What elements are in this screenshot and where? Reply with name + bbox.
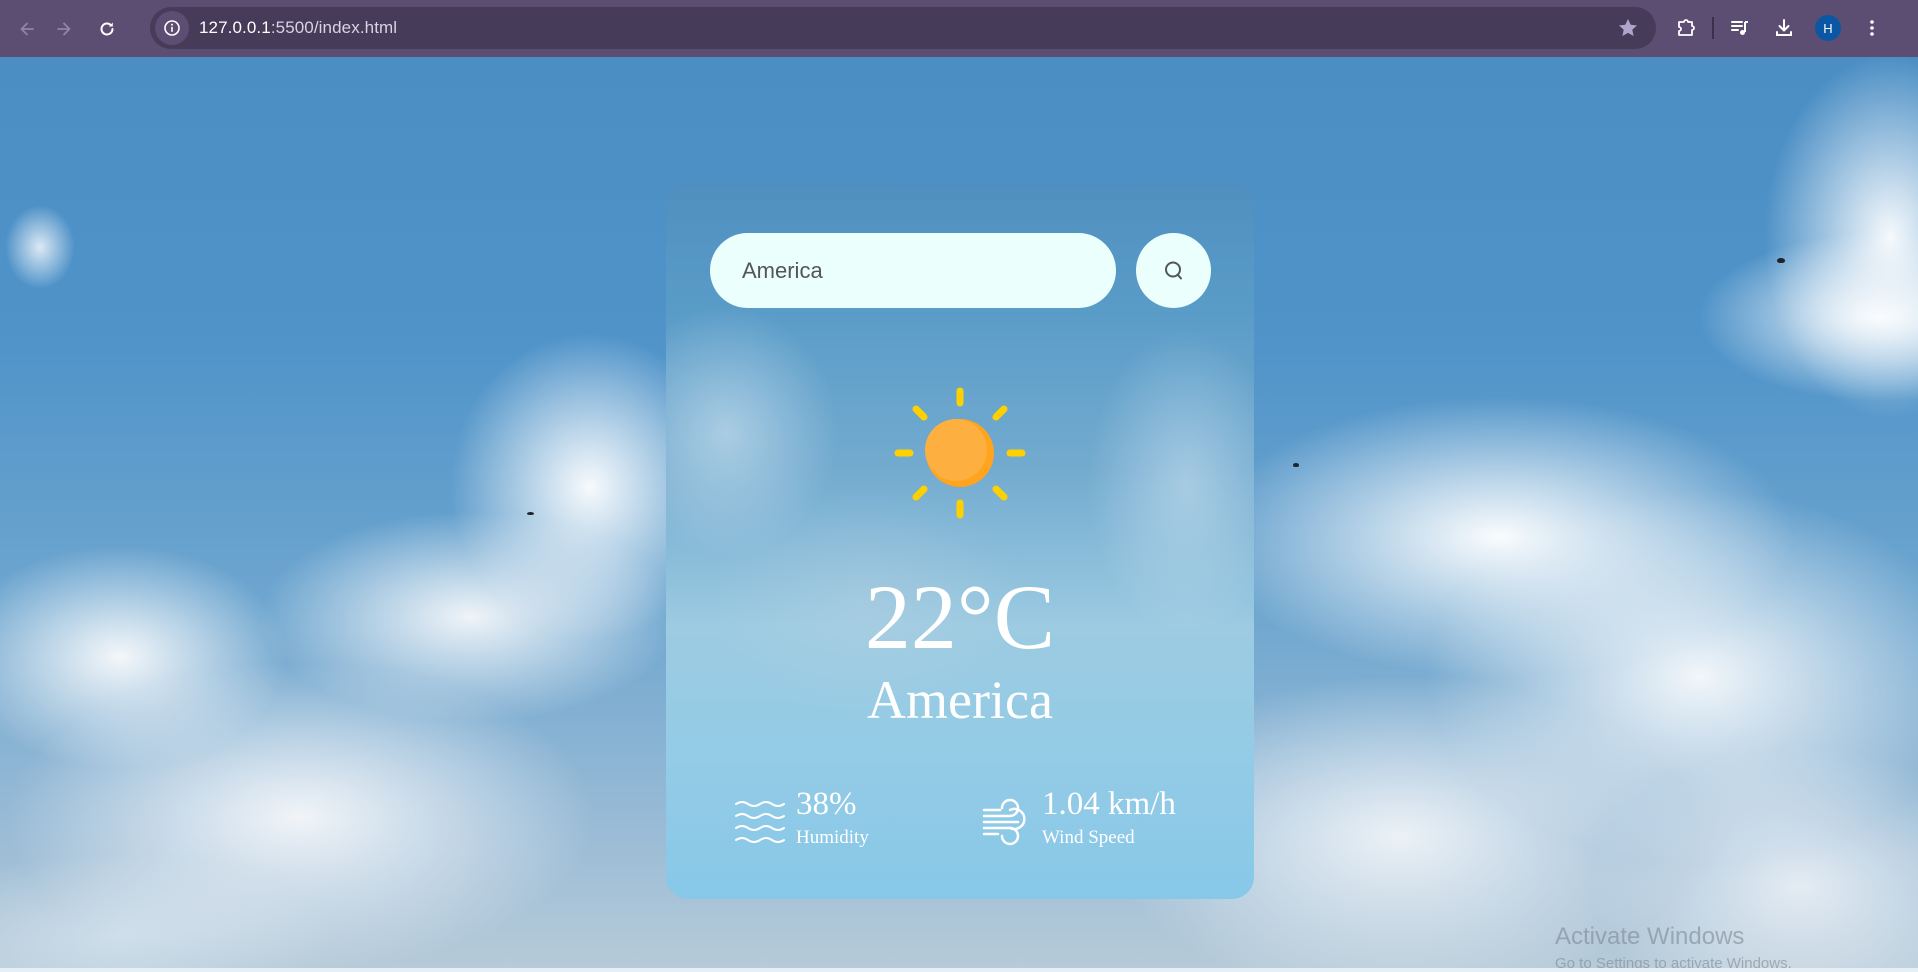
url-host: 127.0.0.1: [199, 18, 271, 37]
search-bar: [710, 233, 1211, 308]
star-icon[interactable]: [1616, 16, 1640, 40]
download-icon: [1776, 19, 1792, 36]
arrow-left-icon: [20, 22, 34, 35]
forward-button[interactable]: [46, 11, 82, 47]
wind-speed-value: 1.04 km/h: [1042, 786, 1176, 822]
city-search-input[interactable]: [710, 233, 1116, 308]
info-icon: [164, 20, 180, 36]
search-button[interactable]: [1136, 233, 1211, 308]
browser-toolbar: 127.0.0.1:5500/index.html H: [0, 0, 1918, 57]
humidity-detail: 38% Humidity: [734, 788, 869, 849]
activate-windows-watermark: Activate Windows Go to Settings to activ…: [1555, 923, 1792, 972]
back-button[interactable]: [9, 11, 45, 47]
page-bottom-edge: [0, 968, 1918, 972]
watermark-title: Activate Windows: [1555, 923, 1745, 950]
reload-button[interactable]: [89, 11, 125, 47]
media-control-button[interactable]: [1722, 10, 1758, 46]
wind-icon: [982, 798, 1026, 846]
profile-button[interactable]: H: [1810, 10, 1846, 46]
browser-menu-button[interactable]: [1854, 10, 1890, 46]
url-path: :5500/index.html: [270, 18, 398, 37]
kebab-menu-icon: [1870, 20, 1874, 36]
extensions-button[interactable]: [1668, 10, 1704, 46]
reload-icon: [100, 22, 114, 35]
sun-icon: [894, 387, 1026, 519]
toolbar-actions: H: [1668, 10, 1890, 46]
site-info-button[interactable]: [155, 11, 189, 45]
arrow-right-icon: [57, 22, 71, 35]
search-icon: [1164, 261, 1182, 279]
playlist-music-icon: [1731, 21, 1748, 35]
puzzle-icon: [1678, 19, 1695, 36]
url-text[interactable]: 127.0.0.1:5500/index.html: [199, 18, 397, 38]
wind-detail: 1.04 km/h Wind Speed: [980, 788, 1176, 849]
bird-image: [1777, 258, 1785, 263]
weather-details: 38% Humidity 1.04 km/h Wind Speed: [734, 788, 1194, 848]
wind-speed-label: Wind Speed: [1042, 827, 1135, 848]
downloads-button[interactable]: [1766, 10, 1802, 46]
bird-image: [1293, 463, 1299, 467]
city-name: America: [867, 670, 1053, 730]
humidity-value: 38%: [796, 786, 857, 822]
avatar: H: [1815, 15, 1841, 41]
humidity-label: Humidity: [796, 827, 869, 848]
toolbar-divider: [1712, 17, 1714, 39]
weather-card: 22°C America 38% Humidity: [666, 183, 1254, 899]
address-bar[interactable]: 127.0.0.1:5500/index.html: [150, 7, 1656, 49]
bird-image: [527, 512, 534, 515]
temperature: 22°C: [864, 566, 1056, 668]
humidity-waves-icon: [735, 801, 785, 843]
